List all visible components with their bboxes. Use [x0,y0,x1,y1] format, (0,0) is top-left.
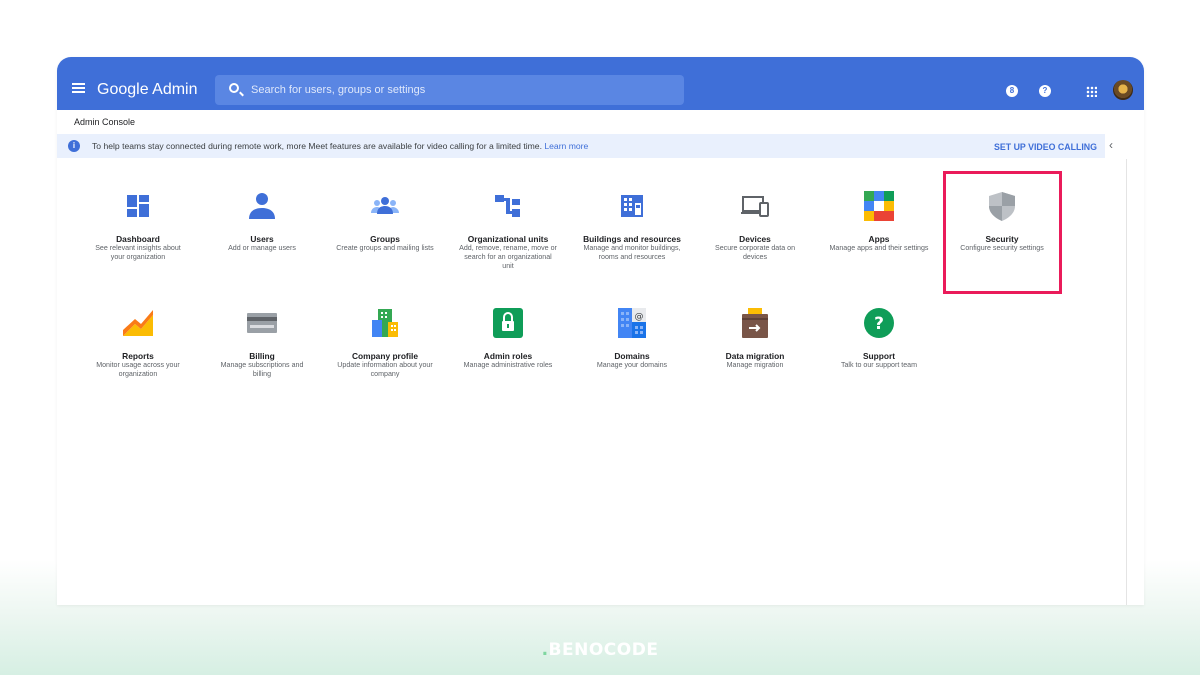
tile-description: Manage administrative roles [463,361,553,369]
tile-title: Groups [370,234,400,244]
tile-description: Update information about your company [337,361,433,378]
search-input[interactable] [251,75,671,105]
breadcrumb: Admin Console [74,117,136,127]
learn-more-link[interactable]: Learn more [544,141,588,151]
tile-company-profile[interactable]: Company profile Update information about… [325,306,445,379]
security-highlight-box [943,171,1062,294]
tile-description: Add or manage users [228,244,296,252]
tile-description: Manage apps and their settings [829,244,929,252]
tile-title: Buildings and resources [583,234,681,244]
svg-text:@: @ [635,312,644,322]
tile-description: Manage subscriptions and billing [220,361,304,378]
tile-apps[interactable]: Apps Manage apps and their settings [819,189,939,253]
avatar[interactable] [1113,80,1133,100]
tile-support[interactable]: ? Support Talk to our support team [819,306,939,370]
app-title[interactable]: Google Admin [97,81,198,99]
help-icon[interactable]: ? [1039,85,1051,97]
tile-groups[interactable]: Groups Create groups and mailing lists [325,189,445,253]
tile-description: Add, remove, rename, move or search for … [459,244,557,270]
account-badge-icon[interactable]: 8 [1006,85,1018,97]
tile-description: Monitor usage across your organization [96,361,180,378]
search-icon [229,83,239,93]
chevron-left-icon[interactable]: ‹ [1109,139,1121,151]
tile-description: Manage and monitor buildings, rooms and … [583,244,681,261]
notice-message: To help teams stay connected during remo… [92,141,588,151]
tile-domains[interactable]: @ Domains Manage your domains [572,306,692,370]
apps-grid-icon[interactable] [1086,86,1097,97]
tile-users[interactable]: Users Add or manage users [202,189,322,253]
tile-title: Billing [249,351,275,361]
tile-title: Reports [122,351,154,361]
tile-title: Dashboard [116,234,160,244]
admin-console-window: Google Admin 8 ? Admin Console i To help… [57,57,1144,605]
search-bar[interactable] [215,75,684,105]
menu-icon[interactable] [72,83,85,93]
tile-reports[interactable]: Reports Monitor usage across your organi… [78,306,198,379]
tile-description: Manage your domains [596,361,668,369]
buildings-icon [615,189,649,223]
org-units-icon [491,189,525,223]
tile-title: Organizational units [467,234,549,244]
tile-title: Devices [739,234,771,244]
tile-billing[interactable]: Billing Manage subscriptions and billing [202,306,322,379]
notice-banner: i To help teams stay connected during re… [57,134,1105,158]
tile-admin-roles[interactable]: Admin roles Manage administrative roles [448,306,568,370]
groups-icon [368,189,402,223]
divider [1126,159,1127,605]
set-up-video-calling-button[interactable]: SET UP VIDEO CALLING [994,142,1097,152]
tile-title: Company profile [351,351,419,361]
notice-text: To help teams stay connected during remo… [92,141,542,151]
tile-description: Create groups and mailing lists [336,244,434,252]
devices-icon [738,189,772,223]
dashboard-icon [121,189,155,223]
info-icon: i [68,140,80,152]
tile-title: Data migration [725,351,785,361]
users-icon [245,189,279,223]
support-icon: ? [862,306,896,340]
admin-roles-icon [491,306,525,340]
tile-organizational-units[interactable]: Organizational units Add, remove, rename… [448,189,568,271]
brand-text: BENOCODE [548,640,659,660]
billing-icon [245,306,279,340]
brand-watermark: .BENOCODE [541,640,659,660]
tile-title: Users [250,234,274,244]
tile-description: Manage migration [726,361,784,369]
top-app-bar: Google Admin 8 ? [57,57,1144,110]
tile-title: Domains [614,351,650,361]
tile-description: Secure corporate data on devices [714,244,796,261]
tile-data-migration[interactable]: Data migration Manage migration [695,306,815,370]
svg-text:?: ? [874,314,884,334]
tile-dashboard[interactable]: Dashboard See relevant insights about yo… [78,189,198,262]
tile-description: See relevant insights about your organiz… [95,244,181,261]
data-migration-icon [738,306,772,340]
tile-devices[interactable]: Devices Secure corporate data on devices [695,189,815,262]
tile-title: Apps [868,234,890,244]
domains-icon: @ [615,306,649,340]
tile-title: Admin roles [483,351,533,361]
apps-icon [862,189,896,223]
company-profile-icon [368,306,402,340]
tile-title: Support [862,351,896,361]
tile-description: Talk to our support team [840,361,918,369]
reports-icon [121,306,155,340]
tile-buildings-and-resources[interactable]: Buildings and resources Manage and monit… [572,189,692,262]
